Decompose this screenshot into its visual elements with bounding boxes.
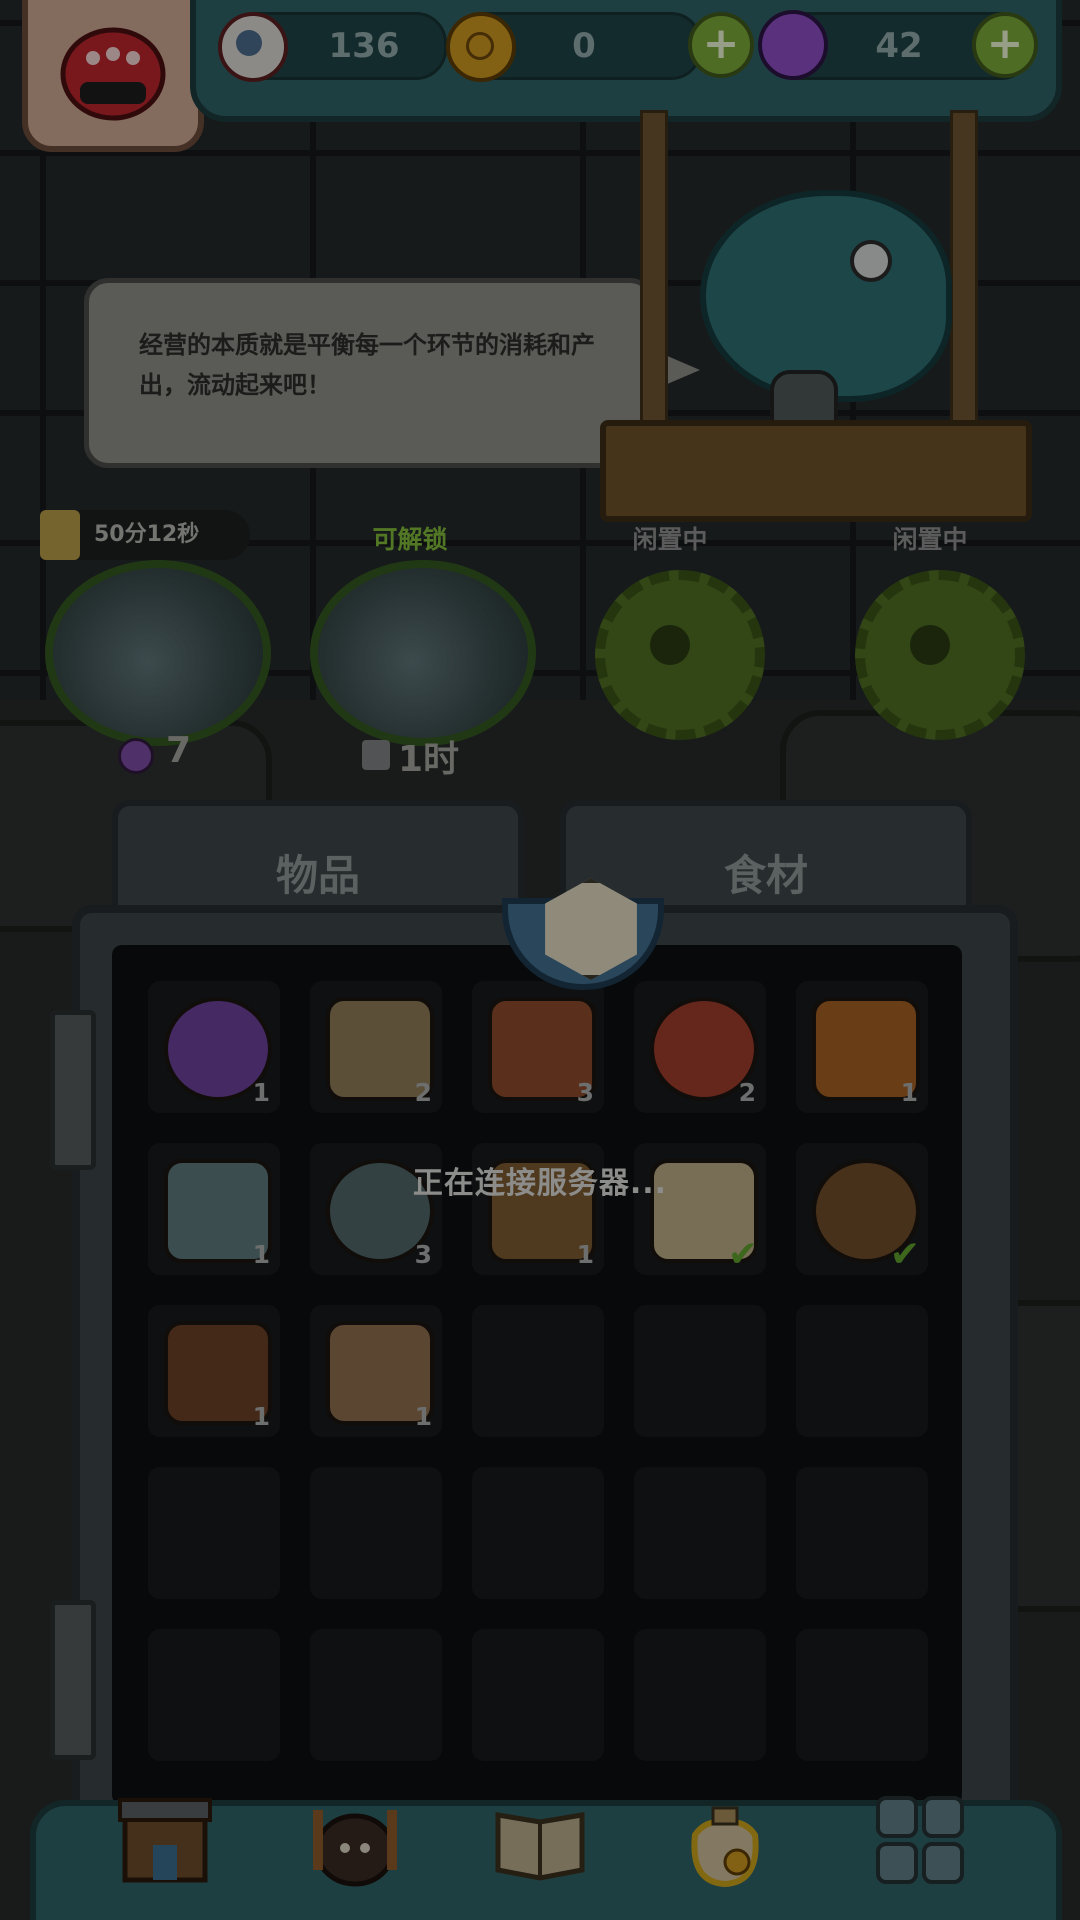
inventory-slot[interactable]: [310, 1467, 442, 1599]
inventory-slot[interactable]: [634, 1305, 766, 1437]
item-count: 1: [414, 1402, 432, 1431]
book-icon: [495, 1812, 585, 1881]
inventory-slot[interactable]: 1: [148, 981, 280, 1113]
nav-bag-button[interactable]: [665, 1780, 785, 1900]
grid-icon: [876, 1796, 964, 1884]
item-count: 1: [252, 1240, 270, 1269]
inventory-slot[interactable]: 1: [310, 1305, 442, 1437]
gear-hole: [650, 625, 690, 665]
item-count: 2: [738, 1078, 756, 1107]
player-avatar[interactable]: [22, 0, 204, 152]
inventory-slot[interactable]: 2: [634, 981, 766, 1113]
nav-shop-button[interactable]: [105, 1780, 225, 1900]
potion-icon: [758, 10, 828, 80]
slot-1-timer: 50分12秒: [40, 510, 250, 560]
inventory-slot[interactable]: 3: [472, 981, 604, 1113]
npc-speech-bubble: 经营的本质就是平衡每一个环节的消耗和产出，流动起来吧！: [84, 278, 654, 468]
eyeball-value: 136: [328, 26, 400, 66]
coin-value: 0: [572, 26, 596, 66]
slot-3-idle-gear-icon[interactable]: [595, 570, 765, 740]
tab-ingredients-label: 食材: [723, 851, 808, 900]
slot-4-status: 闲置中: [892, 525, 968, 554]
item-count: 1: [252, 1402, 270, 1431]
nav-monster-cave-button[interactable]: [295, 1780, 415, 1900]
nav-more-button[interactable]: [860, 1780, 980, 1900]
coin-icon: [446, 12, 516, 82]
swing-rope: [950, 110, 978, 436]
lock-icon: [362, 740, 390, 770]
panel-hinge: [50, 1010, 96, 1170]
inventory-slot[interactable]: [148, 1467, 280, 1599]
item-count: 3: [414, 1240, 432, 1269]
fish-eye-icon: [850, 240, 892, 282]
slot-1-timer-text: 50分12秒: [94, 522, 200, 547]
potion-icon: [118, 738, 154, 774]
checkmark-icon: ✔: [889, 1234, 920, 1275]
inventory-slot[interactable]: [634, 1467, 766, 1599]
item-count: 3: [576, 1078, 594, 1107]
slot-1-shell-creature[interactable]: [45, 560, 271, 746]
item-count: 1: [576, 1240, 594, 1269]
swing-rope: [640, 110, 668, 436]
inventory-slot[interactable]: [796, 1629, 928, 1761]
inventory-slot[interactable]: [796, 1467, 928, 1599]
slot-2-status: 可解锁: [372, 525, 448, 554]
inventory-slot[interactable]: [472, 1467, 604, 1599]
checkmark-icon: ✔: [727, 1234, 758, 1275]
cave-icon: [313, 1810, 397, 1887]
shop-icon: [118, 1798, 212, 1883]
npc-dialog-text: 经营的本质就是平衡每一个环节的消耗和产出，流动起来吧！: [139, 331, 595, 399]
slot-2-shell-creature[interactable]: [310, 560, 536, 746]
potion-value: 42: [875, 26, 923, 66]
slot-4-idle-gear-icon[interactable]: [855, 570, 1025, 740]
add-coin-button[interactable]: +: [688, 12, 754, 78]
gear-hole: [910, 625, 950, 665]
inventory-slot[interactable]: 1: [148, 1305, 280, 1437]
inventory-slot[interactable]: [472, 1305, 604, 1437]
slot-2-unlock-time: 1时: [398, 739, 460, 780]
wooden-swing: [600, 420, 1032, 522]
item-count: 1: [900, 1078, 918, 1107]
game-screen: 136 0 + 42 + 经营的本质就是平衡每一个环节的消耗和产出，流动起来吧！…: [0, 0, 1080, 1920]
add-potion-button[interactable]: +: [972, 12, 1038, 78]
slot-1-potion-cost: 7: [166, 730, 192, 771]
slot-3-status: 闲置中: [632, 525, 708, 554]
item-count: 1: [252, 1078, 270, 1107]
eyeball-icon: [218, 12, 288, 82]
inventory-slot[interactable]: [796, 1305, 928, 1437]
inventory-slot[interactable]: [148, 1629, 280, 1761]
inventory-slot[interactable]: [634, 1629, 766, 1761]
inventory-slot[interactable]: [472, 1629, 604, 1761]
inventory-slot[interactable]: [310, 1629, 442, 1761]
inventory-grid: 1 2 3 2 1 1 3 1 ✔ ✔ 1 1: [112, 945, 962, 1805]
fish-monster-npc[interactable]: [700, 190, 952, 402]
inventory-slot[interactable]: 1: [796, 981, 928, 1113]
hourglass-icon: [40, 510, 80, 560]
tab-items-label: 物品: [275, 851, 360, 900]
inventory-slot[interactable]: 2: [310, 981, 442, 1113]
resource-bar: 136 0 + 42 +: [190, 0, 1062, 122]
panel-hinge: [50, 1600, 96, 1760]
bag-icon: [691, 1806, 759, 1888]
loading-message: 正在连接服务器...: [412, 1166, 668, 1201]
item-count: 2: [414, 1078, 432, 1107]
nav-book-button[interactable]: [480, 1780, 600, 1900]
monster-avatar-icon: [60, 27, 166, 121]
